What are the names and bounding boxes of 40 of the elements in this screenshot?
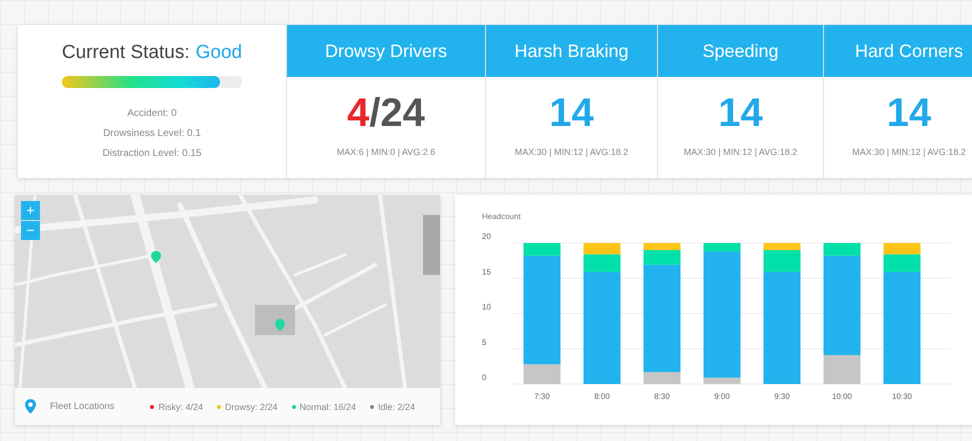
legend-label: Normal: 16/24 [300, 402, 356, 412]
metric-header: Hard Corners [824, 25, 972, 77]
map-marker-icon[interactable] [275, 319, 285, 331]
location-pin-icon [25, 399, 36, 414]
status-detail: Drowsiness Level: 0.1 [103, 127, 201, 141]
x-tick-label: 7:30 [534, 392, 550, 401]
legend-label: Idle: 2/24 [378, 402, 416, 412]
zoom-out-button[interactable]: − [21, 221, 40, 240]
metric-stats: MAX:30 | MIN:12 | AVG:18.2 [684, 147, 798, 157]
x-tick-label: 10:00 [832, 392, 852, 401]
map-footer-title: Fleet Locations [50, 401, 114, 412]
x-tick-label: 9:00 [714, 392, 730, 401]
y-tick-label: 10 [482, 302, 491, 312]
metric-header: Harsh Braking [486, 25, 657, 77]
x-tick-label: 8:00 [594, 392, 610, 401]
metric-stats: MAX:30 | MIN:12 | AVG:18.2 [514, 147, 628, 157]
x-tick-label: 10:30 [892, 392, 912, 401]
zoom-in-button[interactable]: + [21, 201, 40, 220]
metric-stats: MAX:6 | MIN:0 | AVG:2.6 [336, 147, 436, 157]
metric-header: Drowsy Drivers [287, 25, 485, 77]
metric-value: 14 [886, 90, 932, 137]
y-tick-label: 15 [482, 267, 491, 276]
x-tick-label: 9:30 [774, 392, 790, 401]
y-tick-label: 5 [482, 338, 486, 347]
status-detail: Distraction Level: 0.15 [102, 147, 202, 161]
metric-value: 4/24 [347, 90, 425, 137]
axis-title: Headcount [482, 212, 521, 221]
status-value: Good [196, 42, 242, 64]
map-marker-icon[interactable] [151, 251, 161, 263]
metric-value: 14 [549, 90, 594, 137]
metric-header: Speeding [658, 25, 823, 77]
legend-label: Risky: 4/24 [158, 402, 203, 412]
legend-label: Drowsy: 2/24 [224, 402, 278, 412]
status-detail: Accident: 0 [127, 107, 177, 121]
status-label: Current Status: [62, 42, 190, 64]
x-tick-label: 8:30 [654, 392, 670, 401]
y-tick-label: 0 [482, 373, 486, 382]
metric-stats: MAX:30 | MIN:12 | AVG:18.2 [852, 147, 966, 157]
y-tick-label: 20 [482, 232, 491, 241]
metric-value: 14 [718, 90, 763, 137]
